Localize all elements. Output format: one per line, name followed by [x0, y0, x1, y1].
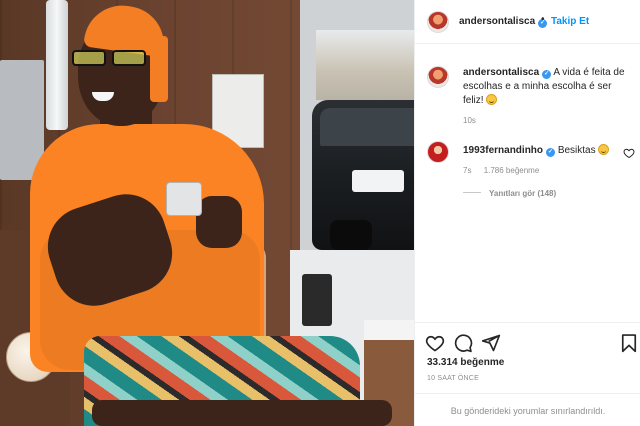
car-wheel [330, 220, 372, 250]
bookmark-icon[interactable] [619, 333, 639, 353]
caption-time[interactable]: 10s [463, 116, 476, 125]
verified-badge-icon: ✓ [542, 70, 552, 79]
avatar[interactable] [427, 11, 449, 33]
post-photo[interactable] [0, 0, 414, 426]
cap-brim [150, 36, 168, 102]
garage-window [316, 30, 414, 100]
caption-row: andersontalisca ✓ A vida é feita de escol… [415, 52, 640, 132]
comment-avatar[interactable] [427, 141, 449, 163]
smiling-face-emoji-icon [486, 94, 498, 105]
caption-avatar[interactable] [427, 66, 449, 88]
comments-limited-notice: Bu gönderideki yorumlar sınırlandırıldı. [415, 393, 640, 426]
post-time[interactable]: 10 SAAT ÖNCE [427, 375, 479, 382]
post-actions: 33.314 beğenme 10 SAAT ÖNCE Bu gönderide… [415, 322, 640, 426]
comment-body: Besiktas [557, 145, 596, 156]
cup-dispenser [46, 0, 68, 130]
glasses [72, 50, 156, 66]
smiling-face-emoji-icon [598, 144, 610, 155]
comment-username[interactable]: 1993fernandinho [463, 145, 543, 156]
cabinet-top [364, 320, 414, 340]
comment-likes[interactable]: 1.786 beğenme [484, 166, 540, 175]
right-lens [112, 50, 146, 66]
heart-icon[interactable] [425, 333, 445, 353]
car-window [320, 108, 414, 146]
car-plate-blurred [352, 170, 404, 192]
caption-username[interactable]: andersontalisca [463, 67, 539, 78]
comment-meta: 7s 1.786 beğenme [463, 166, 549, 175]
likes-count[interactable]: 33.314 beğenme [427, 357, 504, 368]
header-username[interactable]: andersontalisca ✓ [459, 16, 548, 28]
post-header: andersontalisca ✓ • Takip Et [415, 0, 640, 44]
view-replies-button[interactable]: Yanıtları gör (148) [463, 189, 556, 198]
phone-in-hand [166, 182, 202, 216]
left-lens [72, 50, 106, 66]
comment: 1993fernandinho ✓ Besiktas [463, 144, 610, 157]
separator-dot: • [541, 14, 545, 25]
follow-button[interactable]: Takip Et [551, 16, 589, 27]
right-hand [196, 196, 242, 248]
comment-time[interactable]: 7s [463, 166, 471, 175]
comment-icon[interactable] [453, 333, 473, 353]
caption-text: andersontalisca ✓ A vida é feita de escol… [463, 66, 633, 108]
header-username-text[interactable]: andersontalisca [459, 16, 535, 27]
comment-heart-icon[interactable] [623, 147, 635, 159]
send-icon[interactable] [481, 333, 501, 353]
verified-badge-icon: ✓ [546, 148, 556, 157]
legs [92, 400, 392, 426]
black-bucket [302, 274, 332, 326]
post-side-panel: andersontalisca ✓ • Takip Et andersontali… [414, 0, 640, 426]
